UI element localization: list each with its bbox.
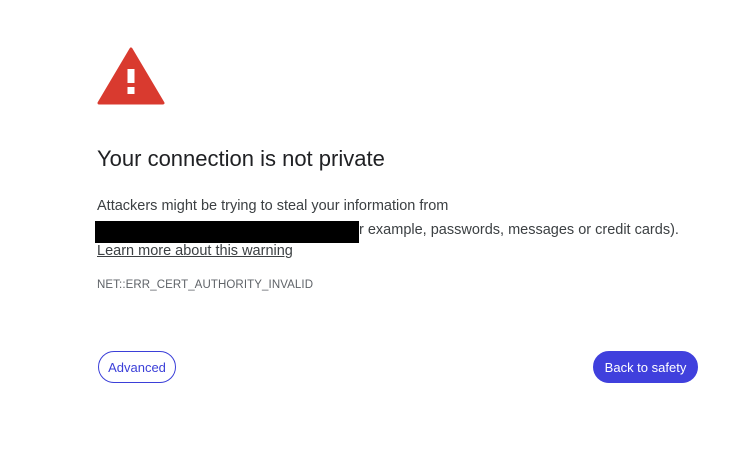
- advanced-button[interactable]: Advanced: [98, 351, 176, 383]
- learn-more-link[interactable]: Learn more about this warning: [97, 241, 293, 261]
- redaction-block: [95, 221, 359, 243]
- description-line-1: Attackers might be trying to steal your …: [97, 198, 449, 214]
- back-to-safety-button[interactable]: Back to safety: [593, 351, 698, 383]
- description-line-2: r example, passwords, messages or credit…: [95, 218, 707, 243]
- warning-triangle-icon: [97, 47, 165, 105]
- page-title: Your connection is not private: [97, 146, 385, 171]
- warning-description: Attackers might be trying to steal your …: [95, 194, 707, 243]
- privacy-error-page: Your connection is not private Attackers…: [0, 0, 753, 461]
- description-line-2-text: r example, passwords, messages or credit…: [359, 222, 679, 238]
- error-code: NET::ERR_CERT_AUTHORITY_INVALID: [97, 279, 314, 291]
